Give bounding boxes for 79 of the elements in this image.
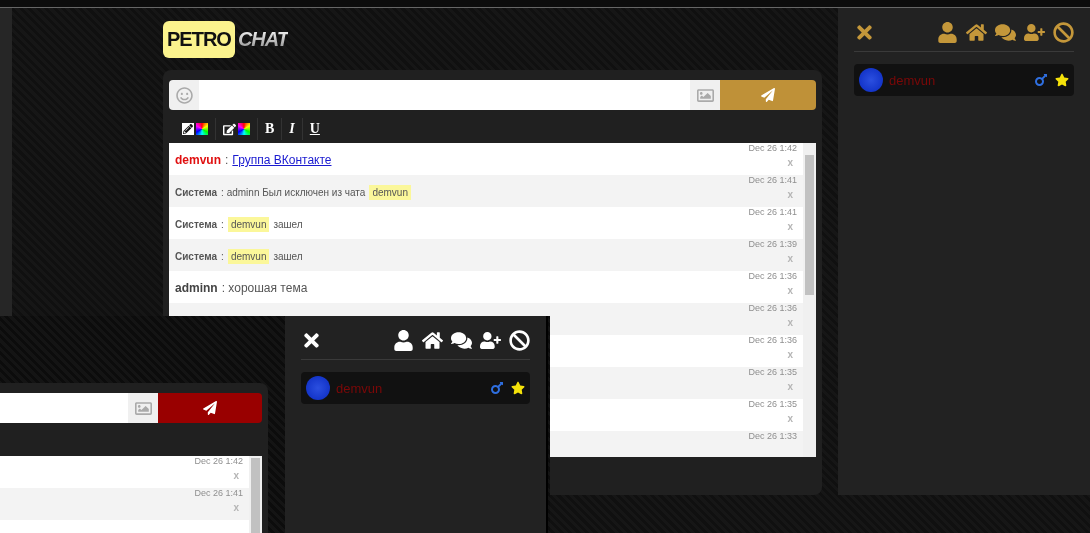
smiley-icon <box>175 86 193 104</box>
message-author: adminn <box>175 281 218 295</box>
color-swatch-icon <box>238 123 250 135</box>
user-icon[interactable] <box>393 330 414 351</box>
message-time: Dec 26 1:36 <box>748 335 797 345</box>
edit-icon <box>223 122 236 136</box>
pencil-icon <box>182 123 194 135</box>
message-time: Dec 26 1:39 <box>748 239 797 249</box>
ban-icon[interactable] <box>1053 22 1074 43</box>
home-icon[interactable] <box>422 330 443 351</box>
message-text: : adminn Был исключен из чата <box>221 186 366 198</box>
message-input[interactable] <box>199 80 690 110</box>
message-text: : <box>221 218 224 230</box>
close-icon[interactable] <box>301 330 322 351</box>
mention-tag: demvun <box>369 184 411 200</box>
delete-button[interactable]: x <box>787 413 793 424</box>
delete-button[interactable]: x <box>787 157 793 168</box>
ban-icon[interactable] <box>509 330 530 351</box>
delete-button[interactable]: x <box>787 253 793 264</box>
message-time: Dec 26 1:41 <box>748 175 797 185</box>
user-list-item[interactable]: demvun <box>301 372 530 404</box>
message-text: : хорошая тема <box>221 281 308 295</box>
chat-bubbles-icon[interactable] <box>995 22 1016 43</box>
close-icon[interactable] <box>854 22 875 43</box>
message-time: Dec 26 1:35 <box>748 399 797 409</box>
delete-button[interactable]: x <box>787 189 793 200</box>
user-name: demvun <box>336 380 384 396</box>
user-icon[interactable] <box>937 22 958 43</box>
message-author: Система <box>175 218 218 230</box>
logo-bubble: PETRO <box>163 20 235 58</box>
user-name: demvun <box>889 72 937 88</box>
image-icon <box>696 86 714 104</box>
add-user-icon[interactable] <box>1024 22 1045 43</box>
scrollbar[interactable] <box>249 456 262 533</box>
paper-plane-icon <box>761 88 775 102</box>
underline-button[interactable]: U <box>302 118 327 140</box>
avatar <box>859 68 883 92</box>
delete-button[interactable]: x <box>233 502 239 513</box>
delete-button[interactable]: x <box>787 349 793 360</box>
scrollbar[interactable] <box>803 143 816 457</box>
message-time: Dec 26 1:41 <box>748 207 797 217</box>
avatar <box>306 376 330 400</box>
message-author: Система <box>175 250 218 262</box>
message-text: зашел <box>273 218 303 230</box>
delete-button[interactable]: x <box>787 285 793 296</box>
message-link[interactable]: Группа ВКонтакте <box>232 153 332 167</box>
message-text: : <box>225 153 229 167</box>
message-time: Dec 26 1:36 <box>748 271 797 281</box>
delete-button[interactable]: x <box>787 221 793 232</box>
bold-button[interactable]: B <box>258 118 283 140</box>
mention-tag: demvun <box>227 248 270 264</box>
user-list-item[interactable]: demvun <box>854 64 1074 96</box>
message-time: Dec 26 1:33 <box>748 431 797 441</box>
delete-button[interactable]: x <box>787 381 793 392</box>
message-author: Система <box>175 186 218 198</box>
delete-button[interactable]: x <box>233 470 239 481</box>
add-user-icon[interactable] <box>480 330 501 351</box>
message-time: Dec 26 1:35 <box>748 367 797 377</box>
chat-bubbles-icon[interactable] <box>451 330 472 351</box>
message-time: Dec 26 1:41 <box>194 488 243 498</box>
message-time: Dec 26 1:36 <box>748 303 797 313</box>
home-icon[interactable] <box>966 22 987 43</box>
message-text: : <box>221 250 224 262</box>
message-text: зашел <box>273 250 303 262</box>
italic-button[interactable]: I <box>282 118 303 140</box>
male-icon <box>1033 72 1049 88</box>
color-swatch-icon <box>196 123 208 135</box>
paper-plane-icon <box>203 401 217 415</box>
male-icon <box>489 380 505 396</box>
send-button[interactable] <box>158 393 262 423</box>
star-icon <box>1055 73 1069 87</box>
delete-button[interactable]: x <box>787 317 793 328</box>
image-icon <box>134 399 152 417</box>
message-time: Dec 26 1:42 <box>194 456 243 466</box>
star-icon <box>511 381 525 395</box>
message-time: Dec 26 1:42 <box>748 143 797 153</box>
message-author: demvun <box>175 153 221 167</box>
message-input[interactable] <box>0 393 128 423</box>
mention-tag: demvun <box>227 216 270 232</box>
